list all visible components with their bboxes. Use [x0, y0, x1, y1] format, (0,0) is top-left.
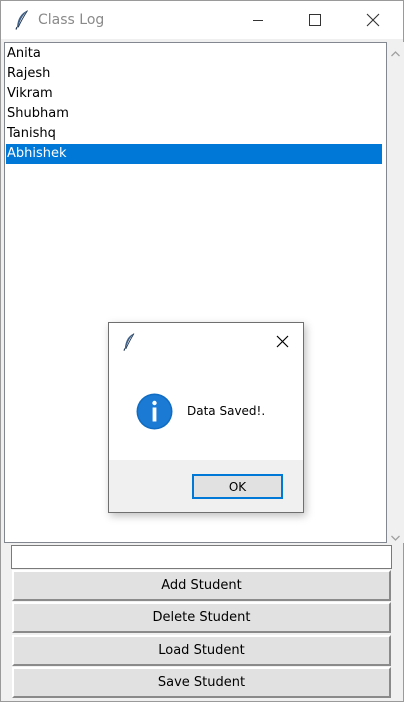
list-item[interactable]: Tanishq	[6, 124, 382, 144]
close-icon	[276, 335, 289, 351]
list-item[interactable]: Rajesh	[6, 64, 382, 84]
scroll-up-button[interactable]	[387, 44, 404, 61]
title-bar[interactable]: Class Log	[1, 1, 403, 39]
save-student-button[interactable]: Save Student	[12, 667, 391, 698]
add-student-button[interactable]: Add Student	[12, 570, 391, 601]
message-dialog: Data Saved!. OK	[108, 322, 304, 513]
dialog-close-button[interactable]	[269, 331, 295, 355]
minimize-button[interactable]	[235, 1, 281, 39]
list-item[interactable]: Vikram	[6, 84, 382, 104]
dialog-message: Data Saved!.	[187, 404, 266, 418]
student-name-input[interactable]	[11, 545, 392, 569]
listbox-scrollbar[interactable]	[387, 42, 404, 543]
feather-icon	[123, 333, 135, 351]
list-item-selected[interactable]: Abhishek	[6, 144, 382, 164]
window-title: Class Log	[38, 12, 105, 28]
scroll-down-button[interactable]	[387, 528, 404, 545]
list-item[interactable]: Shubham	[6, 104, 382, 124]
dialog-footer: OK	[109, 460, 303, 512]
delete-student-button[interactable]: Delete Student	[12, 602, 391, 633]
maximize-button[interactable]	[292, 1, 338, 39]
minimize-icon	[252, 14, 264, 26]
maximize-icon	[309, 14, 321, 26]
chevron-down-icon	[391, 529, 400, 544]
load-student-button[interactable]: Load Student	[12, 635, 391, 666]
close-button[interactable]	[350, 1, 396, 39]
chevron-up-icon	[391, 45, 400, 60]
list-item[interactable]: Anita	[6, 44, 382, 64]
info-icon	[136, 393, 173, 430]
feather-icon	[15, 10, 29, 30]
ok-button[interactable]: OK	[192, 474, 283, 499]
close-icon	[366, 13, 380, 27]
